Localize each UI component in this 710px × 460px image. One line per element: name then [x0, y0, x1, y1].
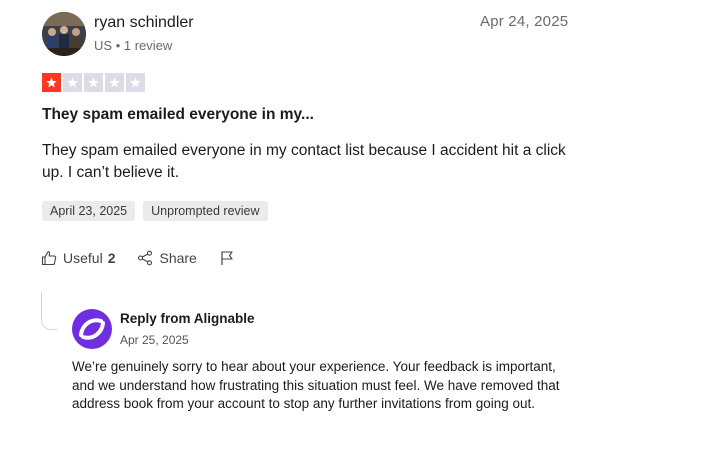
- reply-date: Apr 25, 2025: [120, 333, 189, 347]
- reviewer-meta: US • 1 review: [94, 38, 172, 53]
- star-icon: [63, 73, 82, 92]
- review-body: They spam emailed everyone in my contact…: [42, 142, 566, 181]
- alignable-logo: [72, 309, 112, 349]
- reviewer-name[interactable]: ryan schindler: [94, 14, 194, 32]
- avatar-photo: [42, 12, 86, 56]
- reply-connector: [41, 292, 57, 330]
- star-icon: [42, 73, 61, 92]
- star-icon: [105, 73, 124, 92]
- unprompted-review-tag[interactable]: Unprompted review: [143, 201, 268, 221]
- review-tags: April 23, 2025 Unprompted review: [42, 201, 268, 221]
- review-title[interactable]: They spam emailed everyone in my...: [42, 106, 314, 124]
- share-label: Share: [159, 250, 197, 266]
- useful-count: 2: [107, 250, 116, 266]
- reply-body: We’re genuinely sorry to hear about your…: [72, 359, 560, 411]
- share-button[interactable]: Share: [137, 250, 197, 266]
- reply-title: Reply from Alignable: [120, 311, 255, 326]
- share-icon: [138, 250, 153, 266]
- experience-date-tag: April 23, 2025: [42, 201, 136, 221]
- alignable-logo-icon: [72, 309, 112, 349]
- useful-label: Useful: [63, 250, 103, 266]
- review-actions: Useful 2 Share: [41, 250, 235, 266]
- reviewer-country: US: [94, 38, 113, 53]
- flag-icon: [221, 251, 233, 265]
- report-flag-button[interactable]: [219, 250, 235, 266]
- star-icon: [84, 73, 103, 92]
- useful-button[interactable]: Useful 2: [41, 250, 115, 266]
- review-card: ryan schindler US • 1 review Apr 24, 202…: [0, 0, 710, 460]
- thumbs-up-icon: [41, 251, 57, 266]
- meta-separator: •: [115, 38, 121, 53]
- avatar[interactable]: [42, 12, 86, 56]
- review-date: Apr 24, 2025: [480, 13, 569, 30]
- star-icon: [126, 73, 145, 92]
- star-rating: [42, 73, 145, 92]
- reviewer-review-count: 1 review: [123, 38, 173, 53]
